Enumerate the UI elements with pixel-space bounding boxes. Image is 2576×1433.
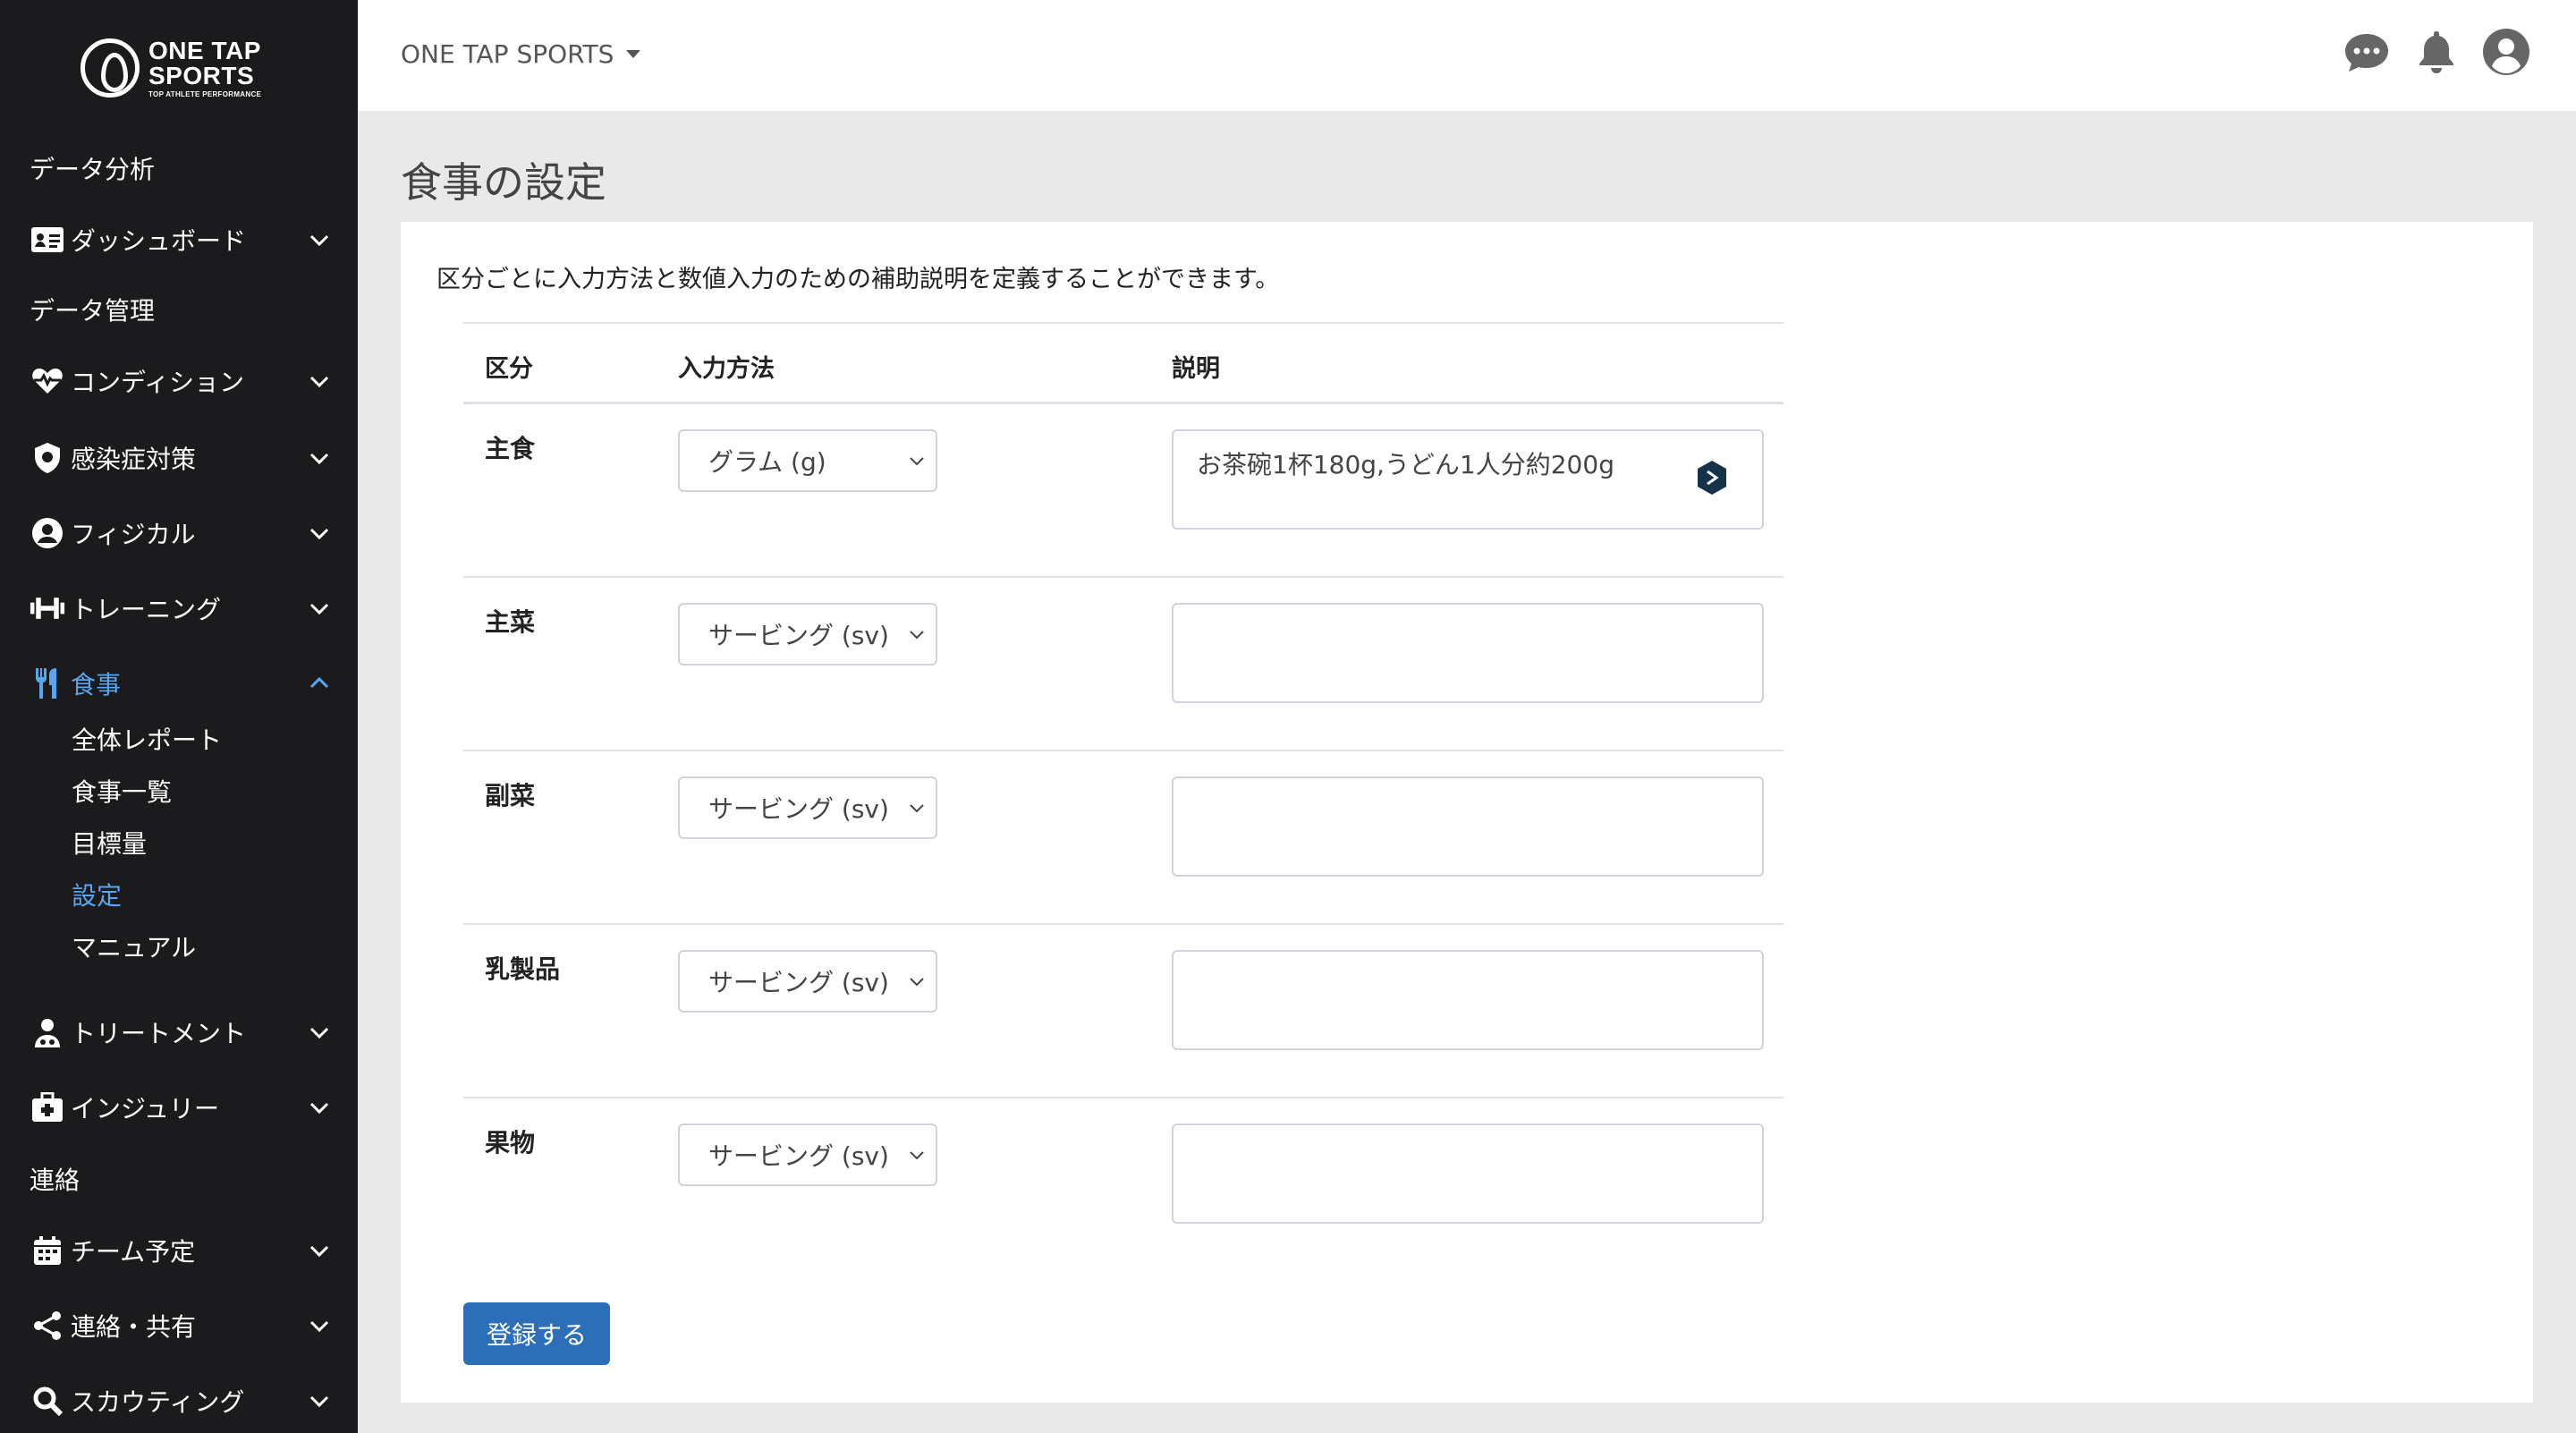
chevron-down-icon — [910, 1151, 924, 1160]
sidebar-item-scouting[interactable]: スカウティング — [0, 1374, 358, 1428]
medkit-icon — [30, 1090, 65, 1125]
shield-virus-icon — [30, 440, 65, 476]
logo-mark-icon — [80, 38, 140, 98]
brand-tagline: TOP ATHLETE PERFORMANCE — [148, 89, 262, 98]
chevron-down-icon — [309, 1245, 329, 1258]
category-label: 果物 — [485, 1128, 536, 1157]
sidebar-subitem-meal-list[interactable]: 食事一覧 — [72, 773, 172, 809]
chevron-down-icon — [910, 804, 924, 813]
header-category: 区分 — [485, 355, 533, 383]
category-label: 副菜 — [485, 781, 536, 810]
input-method-select[interactable]: グラム (g) — [678, 429, 937, 492]
note-textarea[interactable]: お茶碗1杯180g,うどん1人分約200g — [1172, 429, 1764, 530]
category-label: 主食 — [485, 434, 536, 463]
team-selector[interactable]: ONE TAP SPORTS — [401, 39, 641, 69]
page-title: 食事の設定 — [401, 158, 606, 207]
caret-down-icon — [626, 50, 641, 58]
chevron-down-icon — [309, 1102, 329, 1115]
sidebar-subitem-targets[interactable]: 目標量 — [72, 825, 147, 861]
sidebar-item-physical[interactable]: フィジカル — [0, 506, 358, 560]
note-textarea[interactable] — [1172, 776, 1764, 877]
search-icon — [30, 1383, 65, 1419]
share-icon — [30, 1308, 65, 1344]
submit-button[interactable]: 登録する — [463, 1302, 610, 1365]
sidebar-subitem-overall-report[interactable]: 全体レポート — [72, 721, 222, 757]
chevron-down-icon — [309, 528, 329, 540]
user-circle-icon — [30, 515, 65, 551]
bell-icon[interactable] — [2411, 27, 2462, 77]
sidebar-subitem-manual[interactable]: マニュアル — [72, 928, 196, 964]
dumbbell-icon — [30, 590, 65, 626]
sidebar-item-dashboard[interactable]: ダッシュボード — [0, 213, 358, 267]
chevron-down-icon — [910, 457, 924, 466]
nav-heading-contact: 連絡 — [30, 1166, 80, 1195]
sidebar-item-training[interactable]: トレーニング — [0, 581, 358, 635]
input-method-select[interactable]: サービング (sv) — [678, 950, 937, 1013]
table-row: 乳製品 サービング (sv) — [463, 925, 1784, 1098]
table-header: 区分 入力方法 説明 — [463, 322, 1784, 404]
sidebar-subitem-settings[interactable]: 設定 — [72, 877, 122, 912]
nav-heading-analysis: データ分析 — [30, 155, 156, 184]
header-method: 入力方法 — [678, 355, 775, 383]
sidebar-item-condition[interactable]: コンディション — [0, 354, 358, 408]
header-note: 説明 — [1172, 355, 1220, 383]
sidebar-item-team-schedule[interactable]: チーム予定 — [0, 1224, 358, 1277]
category-label: 乳製品 — [485, 954, 561, 984]
sidebar-item-share[interactable]: 連絡・共有 — [0, 1299, 358, 1352]
brand-line2: SPORTS — [148, 61, 255, 89]
user-nurse-icon — [30, 1014, 65, 1050]
table-row: 果物 サービング (sv) — [463, 1098, 1784, 1272]
chevron-down-icon — [910, 978, 924, 987]
top-bar: ONE TAP SPORTS — [358, 0, 2576, 111]
chevron-up-icon — [309, 676, 329, 689]
chat-icon[interactable] — [2342, 27, 2392, 77]
chevron-down-icon — [309, 1320, 329, 1333]
chevron-down-icon — [309, 376, 329, 388]
chevron-down-icon — [309, 1395, 329, 1408]
chevron-down-icon — [309, 1027, 329, 1039]
brand-logo[interactable]: ONE TAP SPORTS TOP ATHLETE PERFORMANCE — [80, 36, 261, 100]
heart-pulse-icon — [30, 363, 65, 399]
note-textarea[interactable] — [1172, 950, 1764, 1050]
sidebar-item-treatment[interactable]: トリートメント — [0, 1005, 358, 1059]
input-method-select[interactable]: サービング (sv) — [678, 776, 937, 839]
settings-card: 区分ごとに入力方法と数値入力のための補助説明を定義することができます。 区分 入… — [401, 222, 2533, 1403]
category-label: 主菜 — [485, 607, 536, 637]
input-method-select[interactable]: サービング (sv) — [678, 1124, 937, 1186]
chevron-down-icon — [309, 453, 329, 465]
sidebar: ONE TAP SPORTS TOP ATHLETE PERFORMANCE デ… — [0, 0, 358, 1433]
calendar-icon — [30, 1233, 65, 1268]
sidebar-item-injury[interactable]: インジュリー — [0, 1081, 358, 1134]
account-icon[interactable] — [2481, 27, 2531, 77]
utensils-icon — [30, 666, 65, 701]
nav-heading-data-management: データ管理 — [30, 296, 156, 326]
chevron-down-icon — [309, 234, 329, 247]
note-textarea[interactable] — [1172, 1124, 1764, 1224]
page-description: 区分ごとに入力方法と数値入力のための補助説明を定義することができます。 — [436, 266, 1280, 293]
note-textarea[interactable] — [1172, 603, 1764, 703]
grammar-extension-icon[interactable] — [1696, 460, 1728, 496]
chevron-down-icon — [910, 631, 924, 640]
table-row: 副菜 サービング (sv) — [463, 751, 1784, 925]
sidebar-item-meal[interactable]: 食事 — [0, 657, 358, 710]
table-row: 主食 グラム (g) お茶碗1杯180g,うどん1人分約200g — [463, 404, 1784, 578]
sidebar-item-infection[interactable]: 感染症対策 — [0, 431, 358, 485]
chevron-down-icon — [309, 603, 329, 615]
brand-line1: ONE TAP — [148, 36, 261, 64]
table-row: 主菜 サービング (sv) — [463, 578, 1784, 751]
id-card-icon — [30, 222, 65, 258]
input-method-select[interactable]: サービング (sv) — [678, 603, 937, 666]
